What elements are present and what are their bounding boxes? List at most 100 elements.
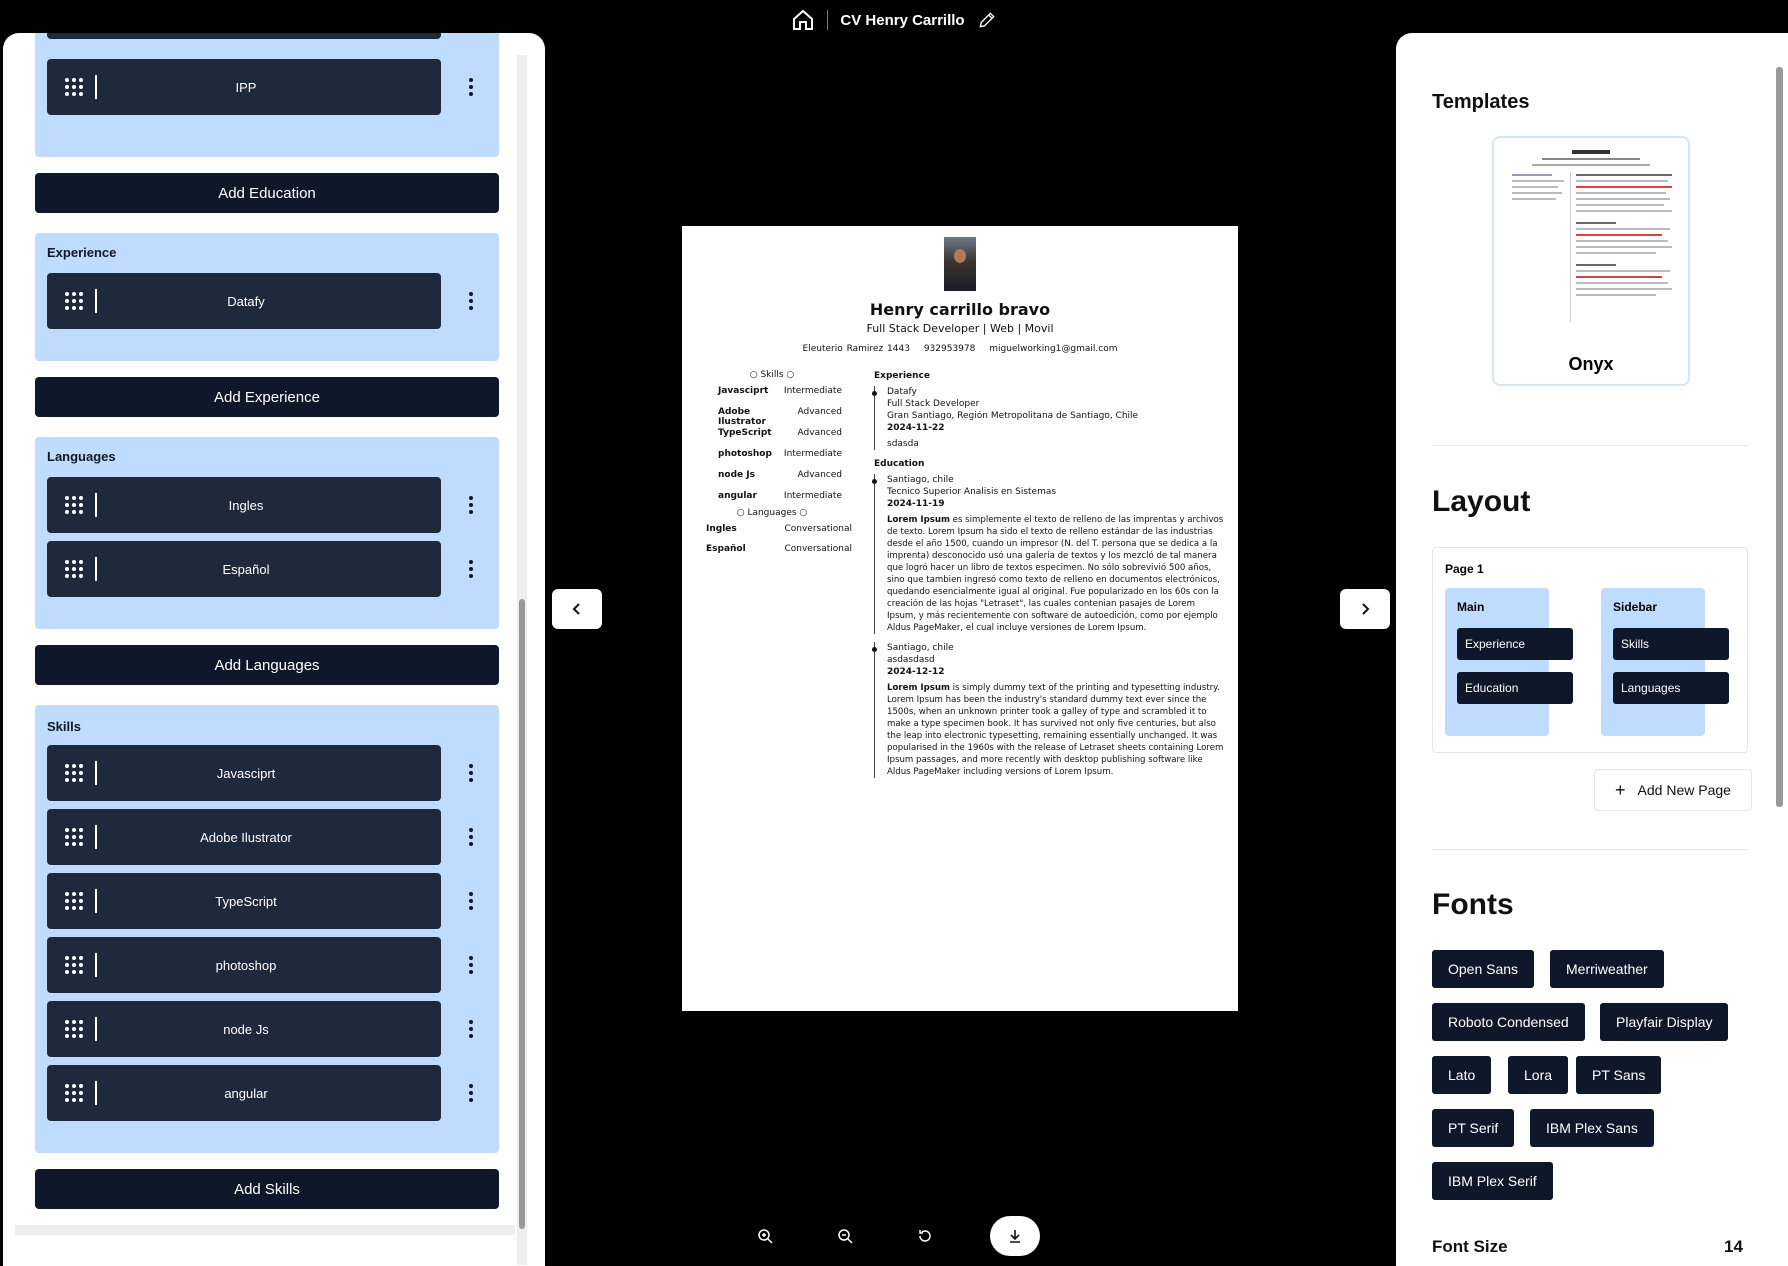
drag-handle-icon[interactable] [65,1084,83,1102]
zoom-in-button[interactable] [750,1221,780,1251]
layout-section-skills[interactable]: Skills [1613,628,1729,660]
download-icon [1010,1230,1020,1243]
font-option-merriweather[interactable]: Merriweather [1550,950,1664,988]
cv-skill-row: TypeScript Advanced [702,428,842,449]
add-languages-button[interactable]: Add Languages [35,645,499,685]
template-thumbnail [1502,144,1680,334]
layout-section-education[interactable]: Education [1457,672,1573,704]
skill-item[interactable]: photoshop [47,937,441,993]
skill-name: Adobe Ilustrator [718,407,766,427]
education-section: IPP [35,33,499,157]
languages-section: Languages Ingles Español [35,437,499,629]
location: Gran Santiago, Región Metropolitana de S… [887,411,1139,421]
more-options-icon[interactable] [461,937,481,993]
drag-handle-icon[interactable] [65,292,83,310]
cv-title: Full Stack Developer | Web | Movil [866,322,1054,335]
divider [827,10,829,30]
skill-item[interactable]: TypeScript [47,873,441,929]
education-item[interactable]: IPP [47,59,441,115]
cv-language-row: Ingles Conversational [702,524,852,544]
cv-phone: 932953978 [923,344,976,354]
skill-name: photoshop [718,449,772,459]
skill-item[interactable]: Adobe Ilustrator [47,809,441,865]
templates-heading: Templates [1432,91,1530,113]
preview-toolbar [750,1216,1040,1256]
add-education-button[interactable]: Add Education [35,173,499,213]
drag-handle-icon[interactable] [65,496,83,514]
add-new-page-button[interactable]: + Add New Page [1594,769,1752,811]
font-option-ibm-plex-serif[interactable]: IBM Plex Serif [1432,1162,1553,1200]
item-label: node Js [223,1021,269,1037]
layout-section-languages[interactable]: Languages [1613,672,1729,704]
language-name: Español [706,544,746,554]
font-option-pt-serif[interactable]: PT Serif [1432,1109,1515,1147]
font-option-roboto-condensed[interactable]: Roboto Condensed [1432,1003,1585,1041]
skill-item[interactable]: Javasciprt [47,745,441,801]
fonts-heading: Fonts [1432,888,1514,921]
cv-experience-heading: Experience [874,371,930,381]
language-item[interactable]: Español [47,541,441,597]
font-option-open-sans[interactable]: Open Sans [1432,950,1535,988]
heading-text: Languages [747,508,797,518]
drag-handle-icon[interactable] [65,956,83,974]
section-label: Experience [47,245,117,260]
cv-skill-row: node Js Advanced [702,470,842,491]
language-item[interactable]: Ingles [47,477,441,533]
more-options-icon[interactable] [461,59,481,115]
zoom-out-button[interactable] [830,1221,860,1251]
more-options-icon[interactable] [461,1001,481,1057]
layout-section-experience[interactable]: Experience [1457,628,1573,660]
add-experience-button[interactable]: Add Experience [35,377,499,417]
degree: Tecnico Superior Analisis en Sistemas [887,487,1057,497]
cv-preview-page: Henry carrillo bravo Full Stack Develope… [682,226,1238,1011]
cv-education-entry: Santiago, chile asdasdasd 2024-12-12 Lor… [872,642,1226,778]
drag-handle-icon[interactable] [65,828,83,846]
reset-icon [919,1230,931,1242]
skill-item[interactable]: angular [47,1065,441,1121]
font-option-lora[interactable]: Lora [1508,1056,1569,1094]
scrollbar-thumb[interactable] [1776,67,1783,807]
description: Lorem Ipsum is simply dummy text of the … [887,682,1226,778]
skill-level: Intermediate [783,449,842,459]
horizontal-scrollbar[interactable] [15,1225,515,1235]
more-options-icon[interactable] [461,273,481,329]
cv-name: Henry carrillo bravo [869,300,1051,319]
language-level: Conversational [784,544,852,554]
more-options-icon[interactable] [461,873,481,929]
font-option-lato[interactable]: Lato [1432,1056,1492,1094]
add-skills-button[interactable]: Add Skills [35,1169,499,1209]
more-options-icon[interactable] [461,1065,481,1121]
more-options-icon[interactable] [461,541,481,597]
date: 2024-11-22 [887,423,945,433]
more-options-icon[interactable] [461,809,481,865]
layout-main-column[interactable]: Main Experience Education [1445,588,1573,736]
more-options-icon[interactable] [461,477,481,533]
lead: Lorem Ipsum [887,683,950,693]
download-button[interactable] [990,1216,1040,1256]
font-option-ibm-plex-sans[interactable]: IBM Plex Sans [1530,1109,1654,1147]
font-option-playfair-display[interactable]: Playfair Display [1600,1003,1729,1041]
layout-sidebar-column[interactable]: Sidebar Skills Languages [1601,588,1729,736]
next-page-button[interactable] [1340,589,1390,629]
experience-item[interactable]: Datafy [47,273,441,329]
previous-page-button[interactable] [552,589,602,629]
edit-pencil-icon[interactable] [977,10,997,30]
drag-handle-icon[interactable] [65,78,83,96]
drag-handle-icon[interactable] [65,764,83,782]
drag-handle-icon[interactable] [65,1020,83,1038]
font-option-pt-sans[interactable]: PT Sans [1576,1056,1662,1094]
skill-level: Advanced [797,407,842,417]
document-title: CV Henry Carrillo [840,11,965,29]
section-label: Skills [47,719,81,734]
reset-zoom-button[interactable] [910,1221,940,1251]
drag-handle-icon[interactable] [65,892,83,910]
home-icon[interactable] [791,8,815,32]
layout-page-1: Page 1 Main Experience Education Sidebar… [1432,547,1748,753]
item-label: Javasciprt [216,765,276,781]
more-options-icon[interactable] [461,745,481,801]
drag-handle-icon[interactable] [65,560,83,578]
editor-scroll-area[interactable]: IPP Add Education Experience Datafy Add … [3,33,545,1266]
skill-item[interactable]: node Js [47,1001,441,1057]
scrollbar-thumb[interactable] [519,599,525,1229]
template-card-onyx[interactable]: Onyx [1492,136,1690,386]
